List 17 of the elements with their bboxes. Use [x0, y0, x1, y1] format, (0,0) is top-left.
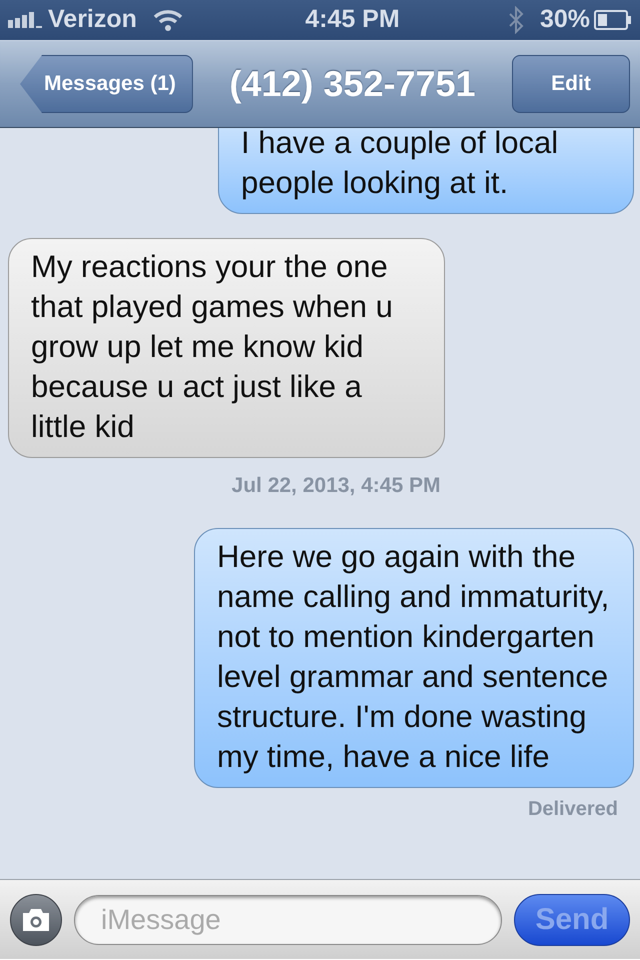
contact-title: (412) 352-7751 — [228, 62, 477, 106]
clock-time: 4:45 PM — [304, 4, 400, 36]
sent-message-bubble: I have a couple of local people looking at it. — [218, 128, 634, 214]
edit-button[interactable]: Edit — [512, 55, 630, 113]
delivery-status: Delivered — [528, 796, 618, 822]
camera-icon — [20, 906, 52, 932]
signal-icon — [8, 12, 44, 28]
sent-message-bubble: Here we go again with the name calling and immaturity, not to mention kindergarten level grammar and sentence structure. I'm done wasting my time, have a nice life — [194, 528, 634, 788]
received-message-bubble: My reactions your the one that played games when u grow up let me know kid because u act just like a little kid — [8, 238, 445, 458]
battery-icon — [594, 10, 632, 30]
carrier-name: Verizon — [48, 4, 137, 36]
message-timestamp: Jul 22, 2013, 4:45 PM — [230, 473, 440, 499]
wifi-icon — [152, 9, 183, 31]
message-field[interactable]: iMessage — [74, 894, 502, 944]
back-button[interactable]: Messages (1) — [20, 55, 193, 113]
battery-percentage: 30% — [540, 4, 590, 36]
camera-button[interactable] — [10, 894, 62, 946]
